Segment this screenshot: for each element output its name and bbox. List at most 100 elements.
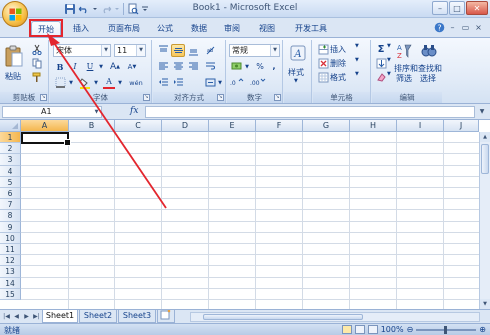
clipboard-launcher-icon[interactable]: ↘: [40, 94, 47, 101]
decrease-decimal-icon[interactable]: .00: [249, 76, 267, 89]
font-color-dropdown-icon[interactable]: ▼: [116, 76, 124, 89]
close-button[interactable]: ✕: [466, 1, 488, 15]
align-right-icon[interactable]: [186, 60, 200, 73]
styles-icon[interactable]: A: [288, 43, 308, 65]
row-header[interactable]: 9: [0, 221, 21, 233]
format-cells-label[interactable]: 格式: [330, 72, 346, 83]
format-painter-icon[interactable]: [30, 71, 44, 84]
insert-function-button[interactable]: fx: [130, 106, 138, 116]
insert-cells-dropdown-icon[interactable]: ▼: [355, 43, 359, 49]
styles-dropdown-icon[interactable]: ▼: [294, 78, 298, 84]
delete-cells-label[interactable]: 删除: [330, 58, 346, 69]
number-launcher-icon[interactable]: ↘: [274, 94, 281, 101]
zoom-slider-thumb[interactable]: [444, 325, 448, 334]
paste-icon[interactable]: [3, 43, 25, 69]
tab-formulas[interactable]: 公式: [152, 21, 178, 37]
borders-icon[interactable]: [53, 76, 67, 89]
bold-button[interactable]: B: [53, 60, 67, 73]
align-top-icon[interactable]: [156, 44, 170, 57]
paste-label[interactable]: 粘贴: [5, 71, 21, 82]
borders-dropdown-icon[interactable]: ▼: [67, 76, 75, 89]
align-bottom-icon[interactable]: [186, 44, 200, 57]
delete-cells-dropdown-icon[interactable]: ▼: [355, 57, 359, 63]
sheet-tab-sheet1[interactable]: Sheet1: [42, 310, 78, 323]
column-header[interactable]: I: [397, 120, 444, 132]
merge-center-icon[interactable]: [203, 76, 217, 89]
clear-dropdown-icon[interactable]: ▼: [387, 71, 391, 77]
fill-dropdown-icon[interactable]: ▼: [387, 57, 391, 63]
font-name-select[interactable]: 宋体 ▼: [53, 44, 111, 57]
insert-cells-label[interactable]: 插入: [330, 44, 346, 55]
column-header[interactable]: F: [256, 120, 303, 132]
fill-color-dropdown-icon[interactable]: ▼: [92, 76, 100, 89]
expand-formula-bar-icon[interactable]: ▼: [477, 107, 487, 117]
column-header[interactable]: G: [303, 120, 350, 132]
tab-data[interactable]: 数据: [186, 21, 212, 37]
row-header[interactable]: 4: [0, 165, 21, 177]
row-header[interactable]: 12: [0, 255, 21, 267]
horizontal-scrollbar[interactable]: [190, 312, 480, 322]
sheet-tab-sheet3[interactable]: Sheet3: [118, 310, 156, 323]
column-header[interactable]: E: [209, 120, 256, 132]
row-header[interactable]: 7: [0, 199, 21, 211]
align-middle-icon[interactable]: [171, 44, 185, 57]
cut-icon[interactable]: [30, 43, 44, 56]
ribbon-restore-icon[interactable]: ▭: [460, 22, 471, 33]
insert-cells-icon[interactable]: [316, 43, 330, 56]
row-header[interactable]: 13: [0, 266, 21, 278]
zoom-slider[interactable]: [416, 325, 477, 334]
last-sheet-icon[interactable]: ▶|: [32, 312, 41, 322]
tab-developer[interactable]: 开发工具: [288, 21, 334, 37]
alignment-launcher-icon[interactable]: ↘: [217, 94, 224, 101]
sheet-tab-sheet2[interactable]: Sheet2: [79, 310, 117, 323]
delete-cells-icon[interactable]: [316, 57, 330, 70]
shrink-font-button[interactable]: A ▼: [125, 60, 139, 73]
column-header[interactable]: A: [21, 120, 69, 132]
underline-button[interactable]: U: [83, 60, 97, 73]
comma-button[interactable]: ,: [267, 60, 281, 73]
percent-button[interactable]: %: [253, 60, 267, 73]
help-icon[interactable]: ?: [434, 22, 445, 33]
sort-filter-icon[interactable]: AZ: [395, 42, 415, 60]
grow-font-button[interactable]: A ▲: [108, 60, 122, 73]
row-header[interactable]: 5: [0, 176, 21, 188]
ribbon-close-icon[interactable]: ×: [473, 22, 484, 33]
page-layout-view-button[interactable]: [354, 325, 365, 334]
font-launcher-icon[interactable]: ↘: [143, 94, 150, 101]
row-header[interactable]: 3: [0, 154, 21, 166]
prev-sheet-icon[interactable]: ◀: [12, 312, 21, 322]
font-size-select[interactable]: 11 ▼: [114, 44, 146, 57]
underline-dropdown-icon[interactable]: ▼: [97, 60, 105, 73]
sort-filter-label-2[interactable]: 筛选: [396, 73, 412, 84]
first-sheet-icon[interactable]: |◀: [2, 312, 11, 322]
page-break-view-button[interactable]: [367, 325, 378, 334]
row-header[interactable]: 6: [0, 188, 21, 200]
merge-dropdown-icon[interactable]: ▼: [216, 76, 224, 89]
number-format-select[interactable]: 常规 ▼: [229, 44, 280, 57]
column-header[interactable]: J: [444, 120, 479, 132]
ribbon-minimize-icon[interactable]: –: [447, 22, 458, 33]
column-header[interactable]: H: [350, 120, 397, 132]
row-header[interactable]: 1: [0, 132, 21, 144]
styles-label[interactable]: 样式: [288, 67, 304, 78]
font-color-button[interactable]: A: [102, 76, 116, 89]
currency-icon[interactable]: [229, 60, 243, 73]
row-header[interactable]: 10: [0, 232, 21, 244]
italic-button[interactable]: I: [68, 60, 82, 73]
find-select-icon[interactable]: [419, 42, 439, 60]
scroll-up-icon[interactable]: ▲: [480, 132, 490, 142]
insert-sheet-icon[interactable]: [157, 309, 175, 323]
normal-view-button[interactable]: [341, 325, 352, 334]
column-header[interactable]: C: [115, 120, 162, 132]
scroll-down-icon[interactable]: ▼: [480, 299, 490, 309]
vertical-scroll-thumb[interactable]: [481, 144, 489, 174]
select-all-button[interactable]: [0, 120, 21, 132]
autosum-button[interactable]: Σ: [374, 43, 388, 56]
row-header[interactable]: 14: [0, 277, 21, 289]
formula-input[interactable]: [145, 106, 475, 118]
minimize-button[interactable]: –: [432, 1, 448, 15]
autosum-dropdown-icon[interactable]: ▼: [387, 43, 391, 49]
phonetic-guide-button[interactable]: wén: [127, 76, 145, 89]
row-header[interactable]: 8: [0, 210, 21, 222]
maximize-button[interactable]: □: [449, 1, 465, 15]
